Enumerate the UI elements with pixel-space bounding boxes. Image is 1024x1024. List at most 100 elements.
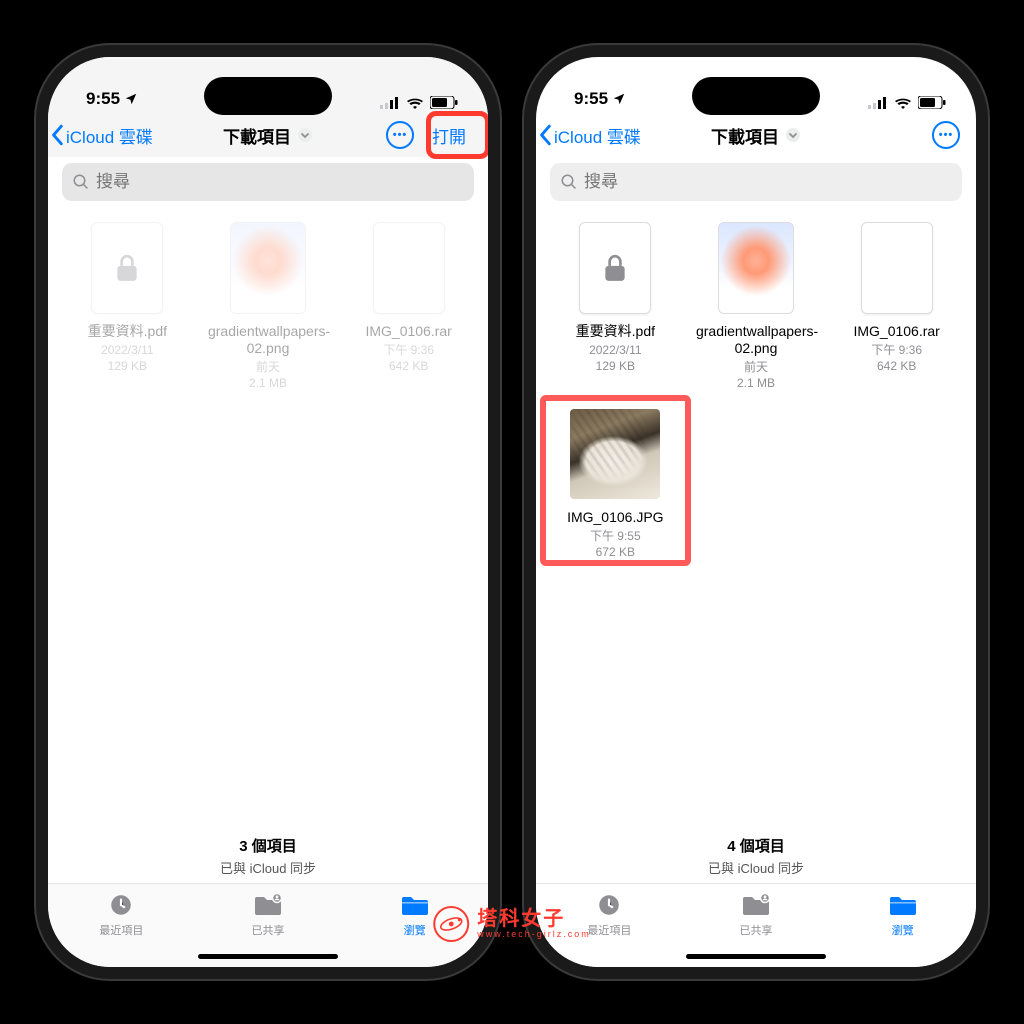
- nav-title-text: 下載項目: [223, 123, 291, 148]
- watermark: 塔科女子 www.tech-girlz.com: [433, 906, 591, 942]
- tab-label: 瀏覽: [892, 922, 914, 938]
- file-item-highlighted[interactable]: IMG_0106.JPG 下午 9:55672 KB: [548, 405, 683, 560]
- file-name: gradientwallpapers-02.png: [696, 323, 816, 357]
- file-name: gradientwallpapers-02.png: [208, 323, 328, 357]
- item-count: 3 個項目: [48, 835, 488, 856]
- sync-status: 已與 iCloud 同步: [536, 858, 976, 877]
- file-name: 重要資料.pdf: [576, 323, 655, 340]
- phone-left: 9:55 iCloud 雲碟 下載項目: [48, 57, 488, 967]
- chevron-down-icon: [785, 127, 801, 143]
- ellipsis-icon: •••: [393, 129, 408, 141]
- footer-info: 4 個項目 已與 iCloud 同步: [536, 835, 976, 883]
- chevron-left-icon: [538, 124, 554, 146]
- chevron-left-icon: [50, 124, 66, 146]
- location-arrow-icon: [124, 92, 138, 106]
- file-item[interactable]: 重要資料.pdf 2022/3/11 129 KB: [60, 219, 195, 391]
- watermark-title: 塔科女子: [477, 909, 591, 930]
- tab-label: 已共享: [252, 922, 285, 938]
- dynamic-island: [692, 77, 820, 115]
- search-input[interactable]: [96, 172, 464, 192]
- file-thumb-locked-doc: [579, 222, 651, 314]
- home-indicator[interactable]: [198, 954, 338, 959]
- wifi-icon: [894, 97, 912, 109]
- ellipsis-icon: •••: [939, 129, 954, 141]
- file-date: 下午 9:36: [383, 343, 434, 357]
- file-size: 2.1 MB: [249, 376, 287, 390]
- file-date: 2022/3/11: [101, 343, 154, 357]
- shared-folder-icon: [253, 892, 283, 918]
- footer-info: 3 個項目 已與 iCloud 同步: [48, 835, 488, 883]
- more-button[interactable]: •••: [932, 121, 960, 149]
- file-size: 2.1 MB: [737, 376, 775, 390]
- status-time-text: 9:55: [86, 89, 120, 109]
- file-name: 重要資料.pdf: [88, 323, 167, 340]
- file-size: 642 KB: [389, 359, 428, 373]
- file-thumb-gradient: [718, 222, 794, 314]
- tab-browse[interactable]: 瀏覽: [829, 892, 976, 967]
- lock-icon: [602, 253, 628, 283]
- file-date: 2022/3/11: [589, 343, 642, 357]
- clock-icon: [107, 892, 135, 918]
- file-name: IMG_0106.rar: [853, 323, 939, 340]
- nav-title-text: 下載項目: [711, 123, 779, 148]
- file-thumb-locked-doc: [91, 222, 163, 314]
- file-item[interactable]: 重要資料.pdf 2022/3/11 129 KB: [548, 219, 683, 391]
- item-count: 4 個項目: [536, 835, 976, 856]
- clock-icon: [595, 892, 623, 918]
- tab-label: 最近項目: [587, 922, 631, 938]
- location-arrow-icon: [612, 92, 626, 106]
- cellular-signal-icon: [380, 97, 400, 109]
- dynamic-island: [204, 77, 332, 115]
- back-button[interactable]: iCloud 雲碟: [538, 123, 641, 148]
- file-item[interactable]: IMG_0106.rar 下午 9:36 642 KB: [341, 219, 476, 391]
- search-icon: [72, 173, 90, 191]
- watermark-url: www.tech-girlz.com: [477, 930, 591, 939]
- battery-icon: [918, 96, 946, 109]
- file-item[interactable]: gradientwallpapers-02.png 前天 2.1 MB: [201, 219, 336, 391]
- file-date: 前天: [744, 360, 768, 374]
- folder-icon: [888, 892, 918, 918]
- tab-label: 瀏覽: [404, 922, 426, 938]
- search-icon: [560, 173, 578, 191]
- nav-title[interactable]: 下載項目: [711, 123, 801, 148]
- file-thumb-gradient: [230, 222, 306, 314]
- search-input[interactable]: [584, 172, 952, 192]
- watermark-logo-icon: [433, 906, 469, 942]
- phone-right: 9:55 iCloud 雲碟 下載項目: [536, 57, 976, 967]
- file-size: 129 KB: [596, 359, 635, 373]
- file-item[interactable]: gradientwallpapers-02.png 前天 2.1 MB: [689, 219, 824, 391]
- file-grid: 重要資料.pdf 2022/3/11 129 KB gradientwallpap…: [536, 211, 976, 560]
- highlight-open-button: [426, 111, 488, 159]
- nav-bar: iCloud 雲碟 下載項目 ••• 打開: [48, 113, 488, 157]
- file-size: 129 KB: [108, 359, 147, 373]
- file-date: 下午 9:36: [871, 343, 922, 357]
- sync-status: 已與 iCloud 同步: [48, 858, 488, 877]
- status-time: 9:55: [86, 89, 138, 109]
- status-time: 9:55: [574, 89, 626, 109]
- file-grid: 重要資料.pdf 2022/3/11 129 KB gradientwallpap…: [48, 211, 488, 391]
- shared-folder-icon: [741, 892, 771, 918]
- file-date: 前天: [256, 360, 280, 374]
- back-button[interactable]: iCloud 雲碟: [50, 123, 153, 148]
- more-button[interactable]: •••: [386, 121, 414, 149]
- search-bar[interactable]: [550, 163, 962, 201]
- file-thumb-doc: [373, 222, 445, 314]
- tab-label: 最近項目: [99, 922, 143, 938]
- wifi-icon: [406, 97, 424, 109]
- nav-title[interactable]: 下載項目: [223, 123, 313, 148]
- tab-label: 已共享: [740, 922, 773, 938]
- file-thumb-doc: [861, 222, 933, 314]
- status-time-text: 9:55: [574, 89, 608, 109]
- cellular-signal-icon: [868, 97, 888, 109]
- home-indicator[interactable]: [686, 954, 826, 959]
- search-bar[interactable]: [62, 163, 474, 201]
- file-size: 642 KB: [877, 359, 916, 373]
- battery-icon: [430, 96, 458, 109]
- tab-recent[interactable]: 最近項目: [48, 892, 195, 967]
- folder-icon: [400, 892, 430, 918]
- chevron-down-icon: [297, 127, 313, 143]
- file-thumb-photo: [570, 409, 660, 499]
- back-label: iCloud 雲碟: [66, 123, 153, 148]
- file-name: IMG_0106.rar: [365, 323, 451, 340]
- file-item[interactable]: IMG_0106.rar 下午 9:36 642 KB: [829, 219, 964, 391]
